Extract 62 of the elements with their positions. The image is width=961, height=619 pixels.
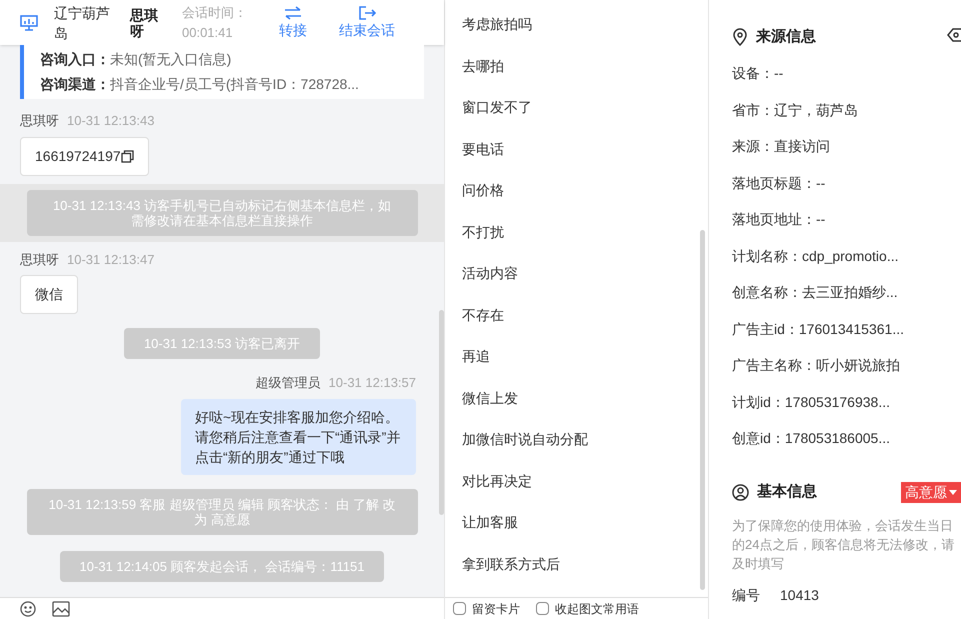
message-time: 10-31 12:13:43 (67, 112, 154, 130)
checkbox[interactable] (536, 602, 549, 615)
session-time: 00:01:41 (182, 24, 234, 42)
section-title: 来源信息 (756, 27, 816, 47)
user-circle-icon (732, 484, 749, 501)
source-info-line: 计划id：178053176938... (732, 392, 891, 412)
sender-name: 超级管理员 (256, 374, 321, 392)
header-action-button[interactable]: 结束会话 (339, 6, 395, 40)
phrase-item[interactable]: 微信上发 (462, 378, 708, 419)
exit-icon (358, 6, 376, 20)
checkbox[interactable] (453, 602, 466, 615)
copy-icon[interactable] (120, 150, 134, 162)
message-time: 10-31 12:13:47 (67, 250, 154, 268)
phrase-item[interactable]: 不打扰 (462, 212, 708, 253)
session-label: 会话时间： (182, 4, 247, 22)
visitor-location: 辽宁葫芦岛 (54, 4, 111, 42)
phrase-item[interactable]: 不存在 (462, 294, 708, 336)
phrase-item[interactable]: 加微信时说自动分配 (462, 419, 708, 460)
source-info-line: 落地页标题：-- (732, 174, 826, 193)
checkbox-label: 收起图文常用语 (555, 600, 639, 618)
source-info-line: 广告主id：176013415361... (732, 320, 905, 339)
monitor-icon (20, 14, 38, 30)
source-info-line: 创意id：178053186005... (732, 429, 891, 448)
location-pin-icon (732, 28, 748, 46)
swap-icon (284, 6, 302, 20)
message-time: 10-31 12:13:57 (328, 374, 416, 392)
field-value: 10413 (780, 586, 819, 604)
phrase-item[interactable]: 让加客服 (462, 502, 708, 544)
caret-icon (949, 490, 957, 495)
intent-dropdown[interactable]: 高意愿 (901, 482, 961, 503)
consult-line: 咨询渠道：抖音企业号/员工号(抖音号ID：728728... (40, 75, 360, 94)
phrase-item[interactable]: 要电话 (462, 128, 708, 170)
field-label: 编号 (732, 586, 760, 604)
source-info-line: 创意名称：去三亚拍婚纱... (732, 283, 899, 302)
source-info-line: 来源：直接访问 (732, 137, 831, 156)
header-action-button[interactable]: 转接 (279, 6, 307, 40)
phrase-item[interactable]: 窗口发不了 (462, 87, 708, 128)
source-info-line: 计划名称：cdp_promotio... (732, 246, 900, 266)
section-title: 基本信息 (757, 482, 818, 502)
sender-name: 思琪呀 (20, 250, 59, 268)
message-bubble: 好哒~现在安排客服加您介绍哈。请您稍后注意查看一下“通讯录”并点击“新的朋友”通过下哦 (181, 398, 416, 474)
phrase-item[interactable]: 考虑旅拍吗 (462, 4, 708, 46)
sender-name: 思琪呀 (20, 112, 59, 130)
phrase-item[interactable]: 拿到联系方式后 (462, 544, 708, 585)
source-info-line: 广告主名称：听小妍说旅拍 (732, 356, 901, 376)
notice-text: 为了保障您的使用体验，会话发生当日的24点之后，顾客信息将无法修改，请及时填写 (732, 516, 956, 572)
message-bubble: 16619724197 (20, 136, 149, 176)
message-bubble: 微信 (20, 275, 78, 314)
phrase-item[interactable]: 活动内容 (462, 253, 708, 294)
phrase-item[interactable]: 问价格 (462, 170, 708, 212)
emoji-icon[interactable] (20, 600, 36, 616)
visitor-name: 思琪呀 (130, 6, 159, 38)
source-info-line: 落地页地址：-- (732, 210, 826, 230)
checkbox-label: 留资卡片 (472, 600, 520, 618)
tag-icon[interactable] (947, 27, 961, 43)
phrase-item[interactable]: 对比再决定 (462, 460, 708, 502)
source-info-line: 省市：辽宁，葫芦岛 (732, 100, 859, 120)
consult-line: 咨询入口：未知(暂无入口信息) (40, 50, 232, 69)
source-info-line: 设备：-- (732, 64, 784, 84)
image-icon[interactable] (52, 600, 70, 616)
phrase-item[interactable]: 去哪拍 (462, 46, 708, 87)
phrase-item[interactable]: 再追 (462, 336, 708, 378)
